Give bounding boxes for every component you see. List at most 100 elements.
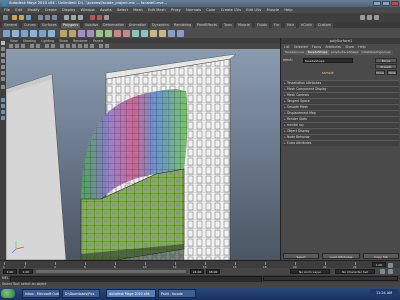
poly-cube-icon[interactable] <box>12 29 19 37</box>
playback-controls-icon[interactable] <box>388 262 393 268</box>
render-icon[interactable] <box>90 15 95 20</box>
current-frame-field[interactable]: 1.00 <box>372 262 386 267</box>
section-extra-attributes[interactable]: ▸Extra Attributes <box>283 140 399 146</box>
poly-plane-icon[interactable] <box>39 29 46 37</box>
resolution-gate-icon[interactable] <box>51 44 55 48</box>
shelf-tab-general[interactable]: General <box>2 22 20 28</box>
attr-tab-facadeshape[interactable]: facadeShape <box>306 50 330 55</box>
taskbar-item[interactable]: D:\Downloads\Pics <box>62 289 100 298</box>
node-name-field[interactable]: facadeShape <box>303 58 353 63</box>
select-hierarchy-icon[interactable] <box>38 15 43 20</box>
shelf-tab-fluids[interactable]: Fluids <box>255 22 269 28</box>
poly-sphere-icon[interactable] <box>3 29 10 37</box>
menuset-dropdown[interactable] <box>3 15 8 20</box>
image-plane-icon[interactable] <box>30 44 34 48</box>
render-settings-icon[interactable] <box>104 15 109 20</box>
anim-layer-dropdown[interactable]: No Anim Layer <box>290 269 330 274</box>
start-time-field[interactable]: 1.00 <box>3 269 17 274</box>
snap-curve-icon[interactable] <box>71 15 76 20</box>
new-scene-icon[interactable] <box>12 15 17 20</box>
shelf-tab-animation[interactable]: Animation <box>127 22 149 28</box>
end-time-field[interactable]: 48.00 <box>206 269 220 274</box>
uv-editor-icon[interactable] <box>150 29 157 37</box>
attr-tab-polysurfaceshape[interactable]: polySurfaceShape1 <box>329 50 363 55</box>
animation-preferences-icon[interactable] <box>388 269 393 274</box>
paint-select-tool-icon[interactable] <box>1 53 5 57</box>
poly-cylinder-icon[interactable] <box>21 29 28 37</box>
shelf-tab-rendering[interactable]: Rendering <box>172 22 194 28</box>
center-pivot-icon[interactable] <box>177 29 184 37</box>
shelf-tab-polygons[interactable]: Polygons <box>61 22 81 28</box>
snap-point-icon[interactable] <box>78 15 83 20</box>
scale-tool-icon[interactable] <box>1 71 5 75</box>
shelf-tab-muscle[interactable]: Muscle <box>236 22 252 28</box>
shelf-tab-ncloth[interactable]: nCloth <box>299 22 315 28</box>
shelf-tab-surfaces[interactable]: Surfaces <box>40 22 59 28</box>
presets-button[interactable]: Presets <box>375 64 397 69</box>
poly-cone-icon[interactable] <box>30 29 37 37</box>
shelf-tab-curves[interactable]: Curves <box>22 22 38 28</box>
command-language-label[interactable]: MEL <box>2 276 9 281</box>
lights-icon[interactable] <box>84 44 88 48</box>
save-scene-icon[interactable] <box>26 15 31 20</box>
isolate-select-icon[interactable] <box>105 44 109 48</box>
bridge-icon[interactable] <box>87 29 94 37</box>
shelf-tab-toon[interactable]: Toon <box>222 22 234 28</box>
select-component-icon[interactable] <box>52 15 57 20</box>
shelf-tab-hair[interactable]: Hair <box>285 22 296 28</box>
tool-settings-toggle-icon[interactable] <box>367 15 372 20</box>
minimize-button[interactable] <box>373 1 381 6</box>
camera-attributes-icon[interactable] <box>15 44 19 48</box>
smooth-shade-icon[interactable] <box>66 44 70 48</box>
shelf-tab-deformation[interactable]: Deformation <box>101 22 127 28</box>
playback-start-field[interactable]: 1.00 <box>19 269 33 274</box>
separate-icon[interactable] <box>69 29 76 37</box>
shelf-tab-painteffects[interactable]: PaintEffects <box>195 22 219 28</box>
poly-torus-icon[interactable] <box>48 29 55 37</box>
focus-button[interactable]: Focus <box>375 58 397 63</box>
select-object-icon[interactable] <box>45 15 50 20</box>
rotate-tool-icon[interactable] <box>1 65 5 69</box>
select-button[interactable]: Select <box>283 253 319 259</box>
taskbar-item[interactable]: Inbox - Microsoft Outlook <box>22 289 60 298</box>
wireframe-icon[interactable] <box>60 44 64 48</box>
smooth-icon[interactable] <box>96 29 103 37</box>
load-attributes-button[interactable]: Load Attributes <box>322 253 360 259</box>
history-delete-icon[interactable] <box>159 29 166 37</box>
attribute-editor-toggle-icon[interactable] <box>360 15 365 20</box>
xray-icon[interactable] <box>99 44 103 48</box>
snap-grid-icon[interactable] <box>64 15 69 20</box>
merge-vertices-icon[interactable] <box>132 29 139 37</box>
camera-icon[interactable] <box>9 44 13 48</box>
shelf-tab-subdivs[interactable]: Subdivs <box>83 22 101 28</box>
move-tool-icon[interactable] <box>1 59 5 63</box>
taskbar-item[interactable]: Paint - facade <box>158 289 196 298</box>
range-slider-bar[interactable] <box>36 270 186 273</box>
shadows-icon[interactable] <box>90 44 94 48</box>
persp-graph-layout-icon[interactable] <box>1 116 5 120</box>
lasso-tool-icon[interactable] <box>1 47 5 51</box>
attr-tab-facadecurve[interactable]: facadeCurve <box>283 50 306 55</box>
extrude-icon[interactable] <box>78 29 85 37</box>
last-tool-icon[interactable] <box>1 85 5 89</box>
channel-box-toggle-icon[interactable] <box>374 15 379 20</box>
four-view-layout-icon[interactable] <box>1 104 5 108</box>
bookmark-icon[interactable] <box>21 44 25 48</box>
maximize-button[interactable] <box>382 1 390 6</box>
show-button[interactable]: Show <box>375 70 385 75</box>
taskbar-item-active[interactable]: Autodesk Maya 2010 x64 <box>106 289 156 298</box>
start-button[interactable] <box>1 289 15 298</box>
wireframe-on-shaded-icon[interactable] <box>72 44 76 48</box>
hide-button[interactable]: Hide <box>387 70 397 75</box>
combine-icon[interactable] <box>60 29 67 37</box>
close-button[interactable] <box>391 1 399 6</box>
textured-icon[interactable] <box>78 44 82 48</box>
insert-edge-loop-icon[interactable] <box>123 29 130 37</box>
freeze-transform-icon[interactable] <box>168 29 175 37</box>
shelf-tab-fur[interactable]: Fur <box>272 22 282 28</box>
perspective-viewport[interactable]: View Shading Lighting Show Renderer Pane… <box>6 38 280 260</box>
character-set-dropdown[interactable]: No Character Set <box>335 269 375 274</box>
grid-toggle-icon[interactable] <box>36 44 40 48</box>
copy-tab-button[interactable]: Copy Tab <box>363 253 399 259</box>
shelf-tab-dynamics[interactable]: Dynamics <box>150 22 171 28</box>
